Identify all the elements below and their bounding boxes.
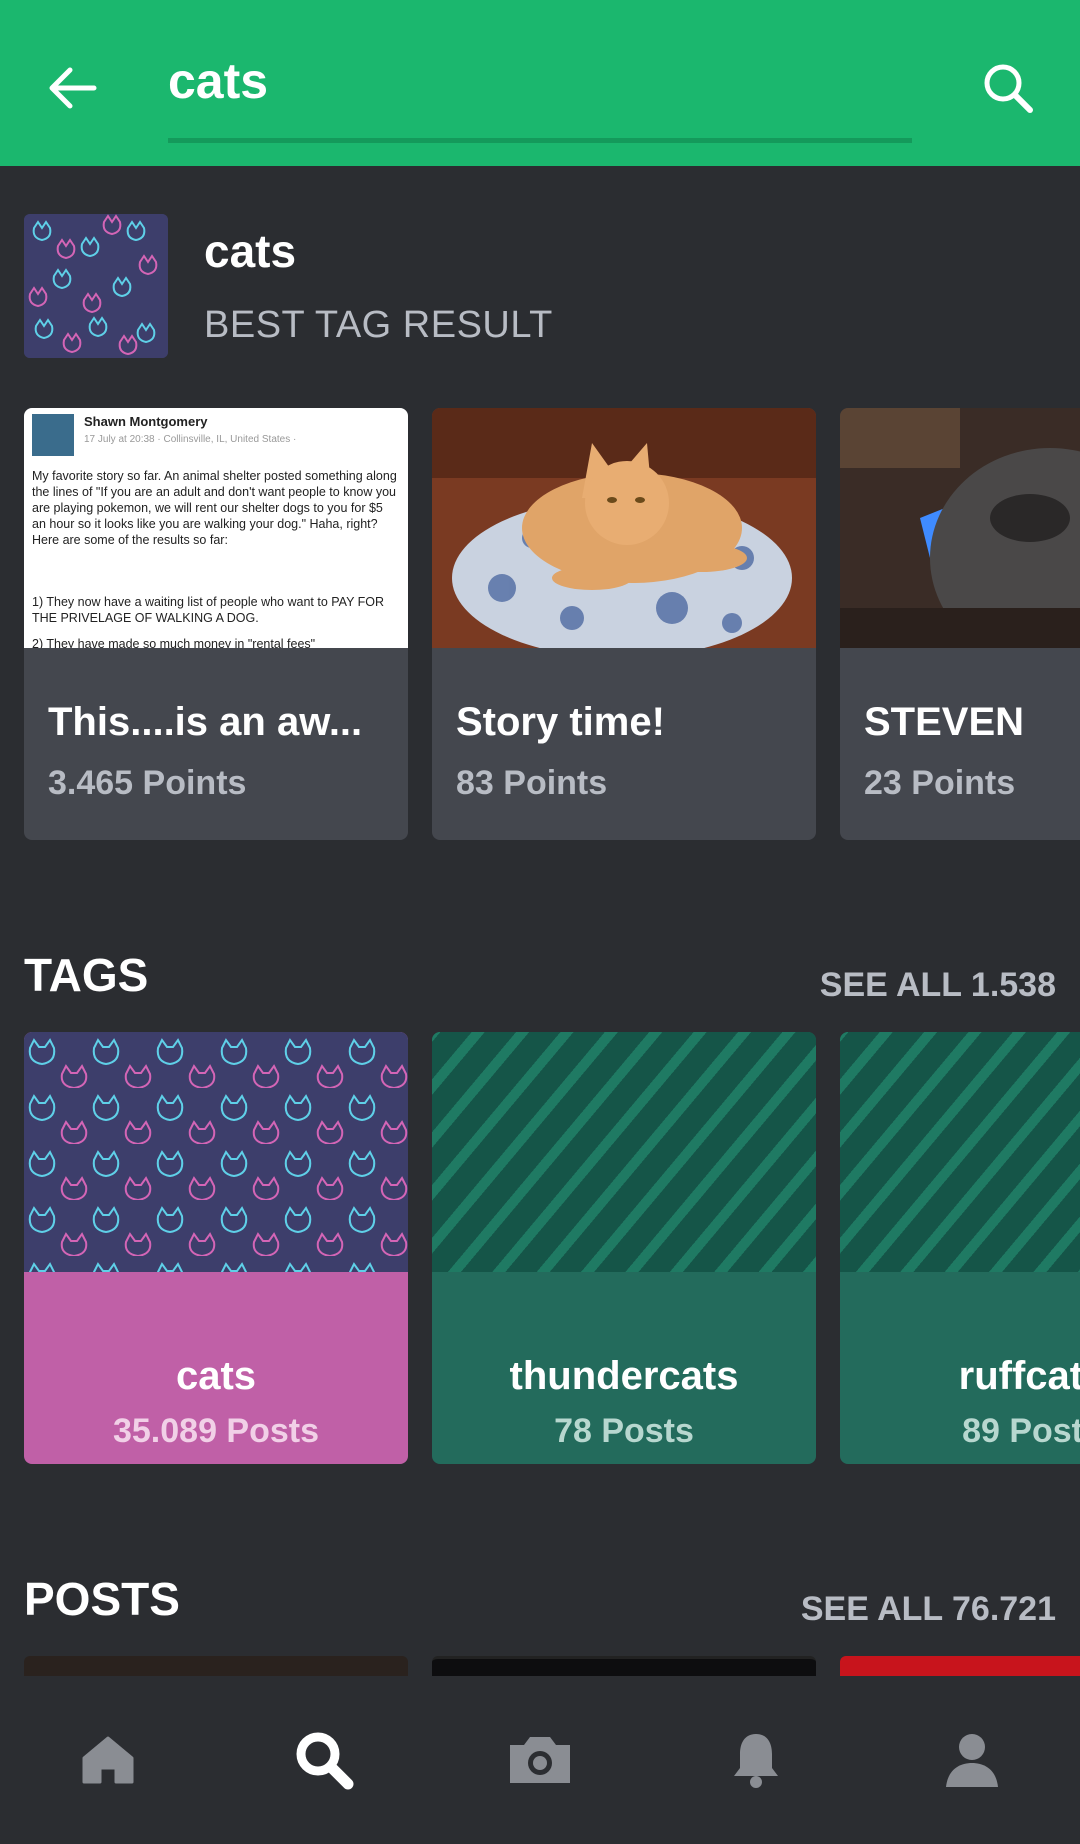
bottom-navigation <box>0 1676 1080 1844</box>
tag-card-ruffcats[interactable]: ruffcats 89 Posts <box>840 1032 1080 1464</box>
top-posts-row: Shawn Montgomery 17 July at 20:38 · Coll… <box>0 408 1080 840</box>
search-query-input[interactable]: cats <box>168 52 268 110</box>
search-icon[interactable] <box>972 52 1044 124</box>
post-image-cat <box>432 408 816 648</box>
author-avatar <box>32 414 74 456</box>
post-title: Story time! <box>456 700 665 744</box>
tag-post-count: 35.089 Posts <box>112 1412 320 1450</box>
tag-name: thundercats <box>509 1354 739 1398</box>
post-card[interactable]: STEVEN 23 Points <box>840 408 1080 840</box>
profile-icon[interactable] <box>912 1700 1032 1820</box>
best-tag-subtitle: BEST TAG RESULT <box>204 304 553 346</box>
post-card[interactable]: Shawn Montgomery 17 July at 20:38 · Coll… <box>24 408 408 840</box>
post-points: 3.465 Points <box>48 764 247 802</box>
screenshot-meta: 17 July at 20:38 · Collinsville, IL, Uni… <box>84 434 297 445</box>
tag-post-count: 78 Posts <box>554 1412 694 1450</box>
tag-image-pattern <box>432 1032 816 1272</box>
post-image-screenshot: Shawn Montgomery 17 July at 20:38 · Coll… <box>24 408 408 648</box>
back-arrow-icon[interactable] <box>40 56 104 120</box>
best-tag-title[interactable]: cats <box>204 224 296 278</box>
search-icon[interactable] <box>264 1700 384 1820</box>
post-points: 83 Points <box>456 764 608 802</box>
bell-icon[interactable] <box>696 1700 816 1820</box>
post-thumbnail[interactable] <box>24 1656 408 1678</box>
best-tag-thumbnail[interactable] <box>24 214 168 358</box>
tag-image-pattern <box>840 1032 1080 1272</box>
tag-post-count: 89 Posts <box>962 1412 1080 1450</box>
post-card[interactable]: Story time! 83 Points <box>432 408 816 840</box>
screenshot-point-2: 2) They have made so much money in "rent… <box>32 637 316 648</box>
tags-see-all-link[interactable]: SEE ALL 1.538 <box>820 966 1056 1005</box>
post-title: This....is an aw... <box>48 700 363 744</box>
top-app-bar: cats <box>0 0 1080 166</box>
home-icon[interactable] <box>48 1700 168 1820</box>
search-input-underline <box>168 138 912 143</box>
screenshot-body: My favorite story so far. An animal shel… <box>32 469 397 547</box>
post-title: STEVEN <box>864 700 1025 744</box>
tag-card-thundercats[interactable]: thundercats 78 Posts <box>432 1032 816 1464</box>
tag-name: cats <box>175 1354 257 1398</box>
posts-see-all-link[interactable]: SEE ALL 76.721 <box>801 1590 1056 1629</box>
post-thumbnail[interactable] <box>840 1656 1080 1678</box>
tags-row: cats 35.089 Posts thundercats 78 Posts r… <box>0 1032 1080 1464</box>
screenshot-point-1: 1) They now have a waiting list of peopl… <box>32 595 385 625</box>
tag-image-cats-pattern <box>24 1032 408 1272</box>
post-points: 23 Points <box>864 764 1016 802</box>
camera-icon[interactable] <box>480 1700 600 1820</box>
posts-section-title: POSTS <box>24 1573 180 1625</box>
tags-section-title: TAGS <box>24 949 149 1001</box>
tag-name: ruffcats <box>958 1354 1080 1398</box>
screenshot-author: Shawn Montgomery <box>84 414 208 429</box>
tag-card-cats[interactable]: cats 35.089 Posts <box>24 1032 408 1464</box>
post-image-raccoon <box>840 408 1080 648</box>
